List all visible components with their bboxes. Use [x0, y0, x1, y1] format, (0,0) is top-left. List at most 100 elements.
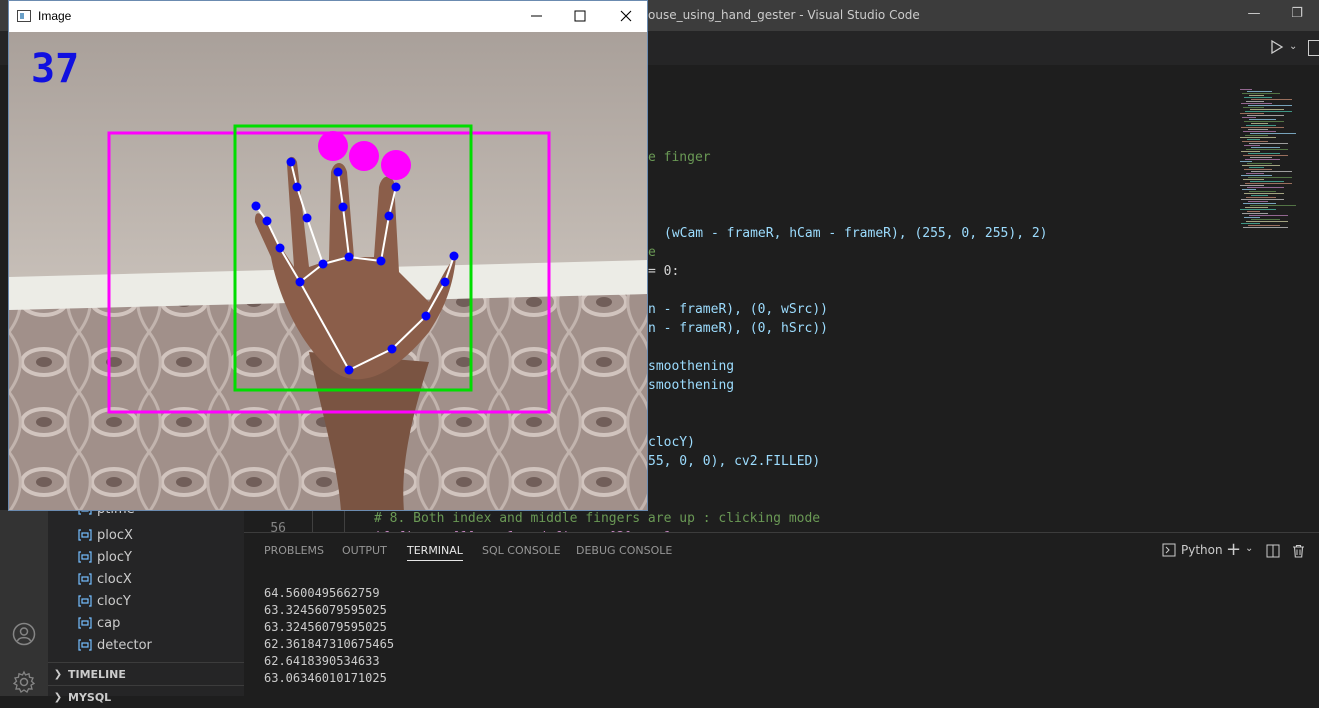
- restore-button[interactable]: ❐: [1287, 6, 1307, 21]
- fingertip-marker: [349, 141, 379, 171]
- minimap-line: [1249, 143, 1288, 144]
- minimap-line: [1246, 221, 1288, 222]
- hand-landmark: [295, 277, 305, 287]
- minimap-line: [1241, 151, 1260, 152]
- outline-item-label: detector: [97, 637, 152, 653]
- variable-icon: [78, 617, 92, 629]
- minimize-button[interactable]: —: [1244, 6, 1264, 21]
- terminal-output-line: 63.32456079595025: [264, 603, 387, 617]
- minimap-line: [1249, 167, 1264, 168]
- outline-item-clocX[interactable]: clocX: [78, 568, 132, 590]
- chevron-down-icon[interactable]: ⌄: [1289, 41, 1297, 52]
- outline-item-plocY[interactable]: plocY: [78, 546, 132, 568]
- fps-counter: 37: [31, 46, 79, 92]
- minimap-line: [1249, 95, 1264, 96]
- code-line: = 0:: [648, 264, 680, 279]
- tab-terminal[interactable]: TERMINAL: [407, 544, 463, 561]
- terminal-output-line: 62.6418390534633: [264, 654, 380, 668]
- minimap-line: [1243, 179, 1264, 180]
- add-terminal-icon[interactable]: +: [1226, 539, 1241, 560]
- outline-item-label: plocX: [97, 527, 133, 543]
- minimap-line: [1251, 147, 1280, 148]
- split-editor-icon[interactable]: [1308, 40, 1319, 56]
- minimap-line: [1240, 161, 1252, 162]
- fingertip-marker: [318, 131, 348, 161]
- hand-landmark: [344, 252, 354, 262]
- minimap-line: [1248, 225, 1280, 226]
- minimap-line: [1243, 203, 1276, 204]
- outline-item-detector[interactable]: detector: [78, 634, 152, 656]
- hand-landmark: [384, 211, 394, 221]
- terminal-output-line: 63.06346010171025: [264, 671, 387, 685]
- hand-landmark: [376, 256, 386, 266]
- trash-icon[interactable]: [1292, 544, 1305, 558]
- chevron-right-icon: ❯: [53, 668, 63, 680]
- minimap-line: [1251, 99, 1292, 100]
- run-icon[interactable]: [1270, 39, 1284, 55]
- mysql-section[interactable]: ❯ MYSQL: [48, 685, 244, 708]
- split-terminal-icon[interactable]: [1266, 544, 1280, 558]
- fingertip-marker: [381, 150, 411, 180]
- minimap-line: [1240, 209, 1276, 210]
- hand-landmark: [344, 365, 354, 375]
- minimap-line: [1242, 213, 1268, 214]
- minimap-line: [1244, 193, 1284, 194]
- activity-bar: [0, 510, 48, 696]
- close-icon[interactable]: [611, 6, 641, 26]
- minimap-line: [1242, 189, 1256, 190]
- minimap-line: [1240, 137, 1276, 138]
- minimap-line: [1248, 177, 1292, 178]
- minimap-line: [1245, 135, 1268, 136]
- minimap-line: [1249, 119, 1276, 120]
- minimap-line: [1242, 165, 1280, 166]
- outline-item-clocY[interactable]: clocY: [78, 590, 131, 612]
- minimap-line: [1250, 133, 1296, 134]
- gear-icon[interactable]: [12, 670, 36, 694]
- minimap-line: [1249, 191, 1276, 192]
- tab-output[interactable]: OUTPUT: [342, 544, 387, 557]
- hand-landmark: [440, 277, 450, 287]
- vscode-window-title: ouse_using_hand_gester - Visual Studio C…: [648, 8, 920, 22]
- maximize-icon[interactable]: [565, 6, 595, 26]
- variable-icon: [78, 529, 92, 541]
- bottom-panel: Python + ⌄ PROBLEMS OUTPUT TERMINAL SQL CON…: [244, 532, 1319, 697]
- tab-debug-console[interactable]: DEBUG CONSOLE: [576, 544, 672, 557]
- hand-landmark: [262, 216, 272, 226]
- terminal-profile-select[interactable]: Python: [1162, 543, 1223, 557]
- minimap-line: [1247, 139, 1260, 140]
- tab-problems[interactable]: PROBLEMS: [264, 544, 324, 557]
- minimap-line: [1247, 211, 1260, 212]
- hand-landmark: [302, 213, 312, 223]
- image-window-title: Image: [38, 9, 72, 23]
- minimap-line: [1246, 173, 1264, 174]
- image-window: Image 37: [8, 0, 648, 511]
- variable-icon: [78, 551, 92, 563]
- minimize-icon[interactable]: [521, 6, 551, 26]
- variable-icon: [78, 595, 92, 607]
- minimap-line: [1241, 175, 1272, 176]
- minimap-line: [1248, 129, 1268, 130]
- timeline-section[interactable]: ❯ TIMELINE: [48, 662, 244, 685]
- minimap-line: [1240, 89, 1252, 90]
- chevron-down-icon[interactable]: ⌄: [1245, 543, 1253, 554]
- minimap-line: [1248, 201, 1268, 202]
- minimap-line: [1243, 107, 1264, 108]
- outline-item-label: plocY: [97, 549, 132, 565]
- minimap-line: [1245, 111, 1292, 112]
- minimap-line: [1251, 195, 1268, 196]
- minimap-line: [1251, 123, 1268, 124]
- minimap-line: [1250, 109, 1284, 110]
- minimap-line: [1243, 155, 1288, 156]
- code-line: e: [648, 245, 656, 260]
- code-line: clocY): [648, 435, 695, 450]
- account-icon[interactable]: [12, 622, 36, 646]
- code-line: # 8. Both index and middle fingers are u…: [374, 511, 821, 526]
- image-window-titlebar[interactable]: Image: [9, 1, 647, 32]
- minimap[interactable]: [1234, 87, 1319, 532]
- minimap-line: [1248, 105, 1292, 106]
- tab-sql-console[interactable]: SQL CONSOLE: [482, 544, 561, 557]
- outline-item-cap[interactable]: cap: [78, 612, 120, 634]
- minimap-line: [1246, 125, 1276, 126]
- outline-item-plocX[interactable]: plocX: [78, 524, 133, 546]
- hand-landmark: [333, 167, 343, 177]
